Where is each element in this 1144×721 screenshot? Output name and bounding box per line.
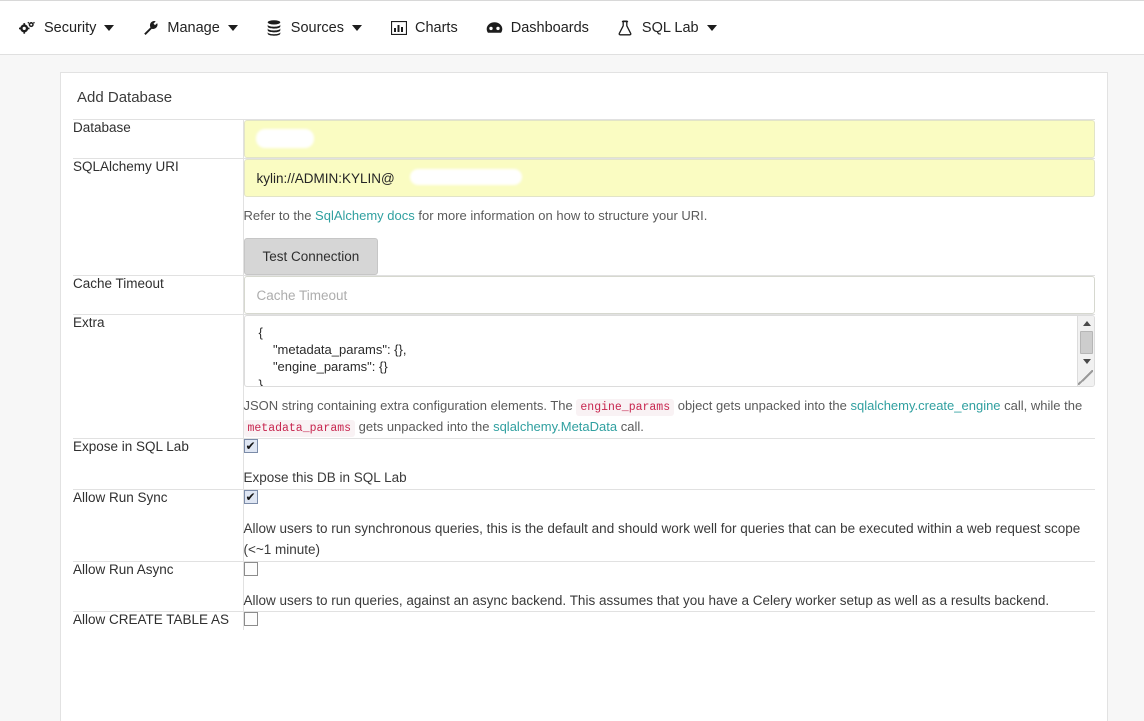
test-connection-button[interactable]: Test Connection — [243, 238, 379, 276]
form-row-allow-run-async: Allow Run Async Allow users to run queri… — [73, 560, 1095, 612]
sqlalchemy-uri-input[interactable] — [243, 159, 1095, 197]
main-navbar: Security Manage Sources Charts Dashboard… — [0, 0, 1144, 55]
scrollbar-thumb[interactable] — [1080, 331, 1093, 355]
form-row-database: Database — [73, 119, 1095, 159]
form-row-allow-ctas: Allow CREATE TABLE AS — [73, 611, 1095, 631]
form-row-extra: Extra { "metadata_params": {}, "engine_p… — [73, 314, 1096, 439]
label-allow-run-async: Allow Run Async — [73, 560, 244, 612]
page-body: Add Database Database SQLAlchemy URI kyl… — [0, 55, 1144, 721]
help-prefix: Refer to the — [243, 208, 316, 223]
sqlalchemy-uri-field-wrap — [243, 159, 1095, 197]
allow-run-async-checkbox[interactable] — [243, 561, 258, 576]
form-row-sqlalchemy-uri: SQLAlchemy URI Refer to the SqlAlchemy d… — [73, 157, 1096, 276]
nav-item-charts[interactable]: Charts — [389, 1, 471, 54]
sqlalchemy-docs-link[interactable]: SqlAlchemy docs — [315, 208, 415, 223]
database-icon — [265, 19, 284, 36]
extra-help-4: gets unpacked into the — [355, 418, 494, 434]
flask-icon — [616, 20, 635, 36]
cache-timeout-input[interactable] — [243, 276, 1095, 315]
scroll-down-icon[interactable] — [1078, 354, 1094, 369]
extra-help-1: JSON string containing extra configurati… — [243, 398, 577, 414]
help-suffix: for more information on how to structure… — [414, 208, 708, 223]
extra-help-5: call. — [617, 418, 644, 434]
form-row-expose-in-sql-lab: Expose in SQL Lab ✔ Expose this DB in SQ… — [73, 437, 1095, 490]
form-row-allow-run-sync: Allow Run Sync ✔ Allow users to run sync… — [73, 488, 1095, 562]
check-icon: ✔ — [245, 489, 256, 504]
allow-run-sync-description: Allow users to run synchronous queries, … — [243, 520, 1081, 557]
nav-item-label: SQL Lab — [641, 19, 699, 36]
nav-item-manage[interactable]: Manage — [141, 1, 250, 54]
code-metadata-params: metadata_params — [243, 419, 356, 437]
add-database-panel: Add Database Database SQLAlchemy URI kyl… — [60, 72, 1108, 721]
database-field-wrap — [243, 120, 1095, 158]
scroll-up-icon[interactable] — [1078, 316, 1094, 331]
nav-item-label: Sources — [290, 19, 344, 36]
label-database: Database — [73, 119, 244, 159]
chevron-down-icon — [227, 24, 238, 31]
nav-item-dashboards[interactable]: Dashboards — [485, 1, 602, 54]
nav-item-sources[interactable]: Sources — [265, 1, 375, 54]
label-expose-in-sql-lab: Expose in SQL Lab — [73, 437, 244, 490]
label-sqlalchemy-uri: SQLAlchemy URI — [73, 157, 244, 276]
resize-grip-icon[interactable] — [1078, 370, 1093, 386]
expose-in-sql-lab-description: Expose this DB in SQL Lab — [243, 469, 407, 485]
code-engine-params: engine_params — [576, 399, 675, 417]
form-row-cache-timeout: Cache Timeout — [73, 275, 1095, 315]
extra-textarea-value: { "metadata_params": {}, "engine_params"… — [258, 325, 407, 388]
sqlalchemy-create-engine-link[interactable]: sqlalchemy.create_engine — [850, 398, 1000, 413]
label-allow-run-sync: Allow Run Sync — [73, 488, 244, 562]
database-input[interactable] — [243, 120, 1095, 158]
expose-in-sql-lab-checkbox[interactable]: ✔ — [243, 438, 258, 453]
nav-item-label: Security — [44, 19, 97, 36]
wrench-icon — [141, 20, 160, 36]
nav-item-sql-lab[interactable]: SQL Lab — [616, 1, 730, 54]
extra-help: JSON string containing extra configurati… — [243, 396, 1096, 438]
extra-help-2: object gets unpacked into the — [674, 398, 851, 414]
chevron-down-icon — [104, 24, 115, 31]
extra-help-3: call, while the — [1000, 398, 1083, 414]
database-form: Database SQLAlchemy URI kylin://ADMIN:KY… — [73, 119, 1096, 631]
nav-item-label: Manage — [167, 19, 220, 36]
nav-item-security[interactable]: Security — [18, 1, 127, 54]
nav-item-label: Dashboards — [510, 19, 589, 36]
chevron-down-icon — [352, 24, 362, 31]
bar-chart-icon — [389, 20, 408, 36]
sqlalchemy-metadata-link[interactable]: sqlalchemy.MetaData — [493, 419, 617, 434]
check-icon: ✔ — [245, 438, 256, 453]
label-allow-ctas: Allow CREATE TABLE AS — [73, 611, 244, 631]
page-title: Add Database — [77, 89, 173, 106]
gears-icon — [18, 20, 37, 36]
allow-ctas-checkbox[interactable] — [243, 612, 258, 627]
extra-textarea[interactable]: { "metadata_params": {}, "engine_params"… — [243, 315, 1095, 388]
nav-item-label: Charts — [415, 19, 458, 36]
label-cache-timeout: Cache Timeout — [73, 275, 244, 315]
chevron-down-icon — [706, 24, 717, 31]
allow-run-async-description: Allow users to run queries, against an a… — [243, 592, 1050, 608]
dashboard-icon — [485, 20, 504, 36]
sqlalchemy-uri-help: Refer to the SqlAlchemy docs for more in… — [244, 206, 1096, 226]
allow-run-sync-checkbox[interactable]: ✔ — [243, 489, 258, 504]
label-extra: Extra — [73, 314, 244, 439]
